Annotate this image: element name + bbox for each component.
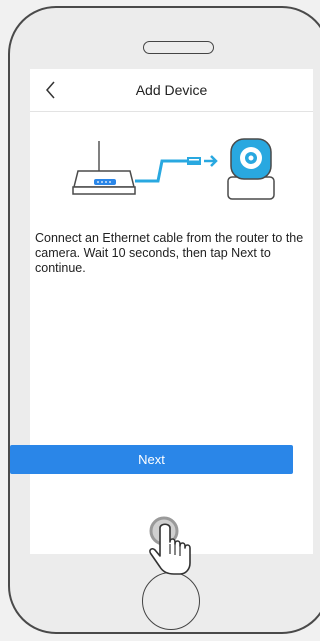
router-icon [72, 141, 136, 195]
instruction-text: Connect an Ethernet cable from the route… [35, 231, 304, 275]
phone-speaker [143, 41, 214, 54]
ethernet-cable [135, 155, 218, 183]
app-screen: Add Device Connect an Ethernet cable fro… [30, 69, 313, 554]
next-button[interactable]: Next [10, 445, 293, 474]
page-title: Add Device [135, 82, 208, 98]
home-button[interactable] [142, 572, 200, 630]
connection-illustration [72, 138, 275, 200]
nav-bar: Add Device [30, 69, 313, 112]
camera-icon [227, 138, 275, 200]
